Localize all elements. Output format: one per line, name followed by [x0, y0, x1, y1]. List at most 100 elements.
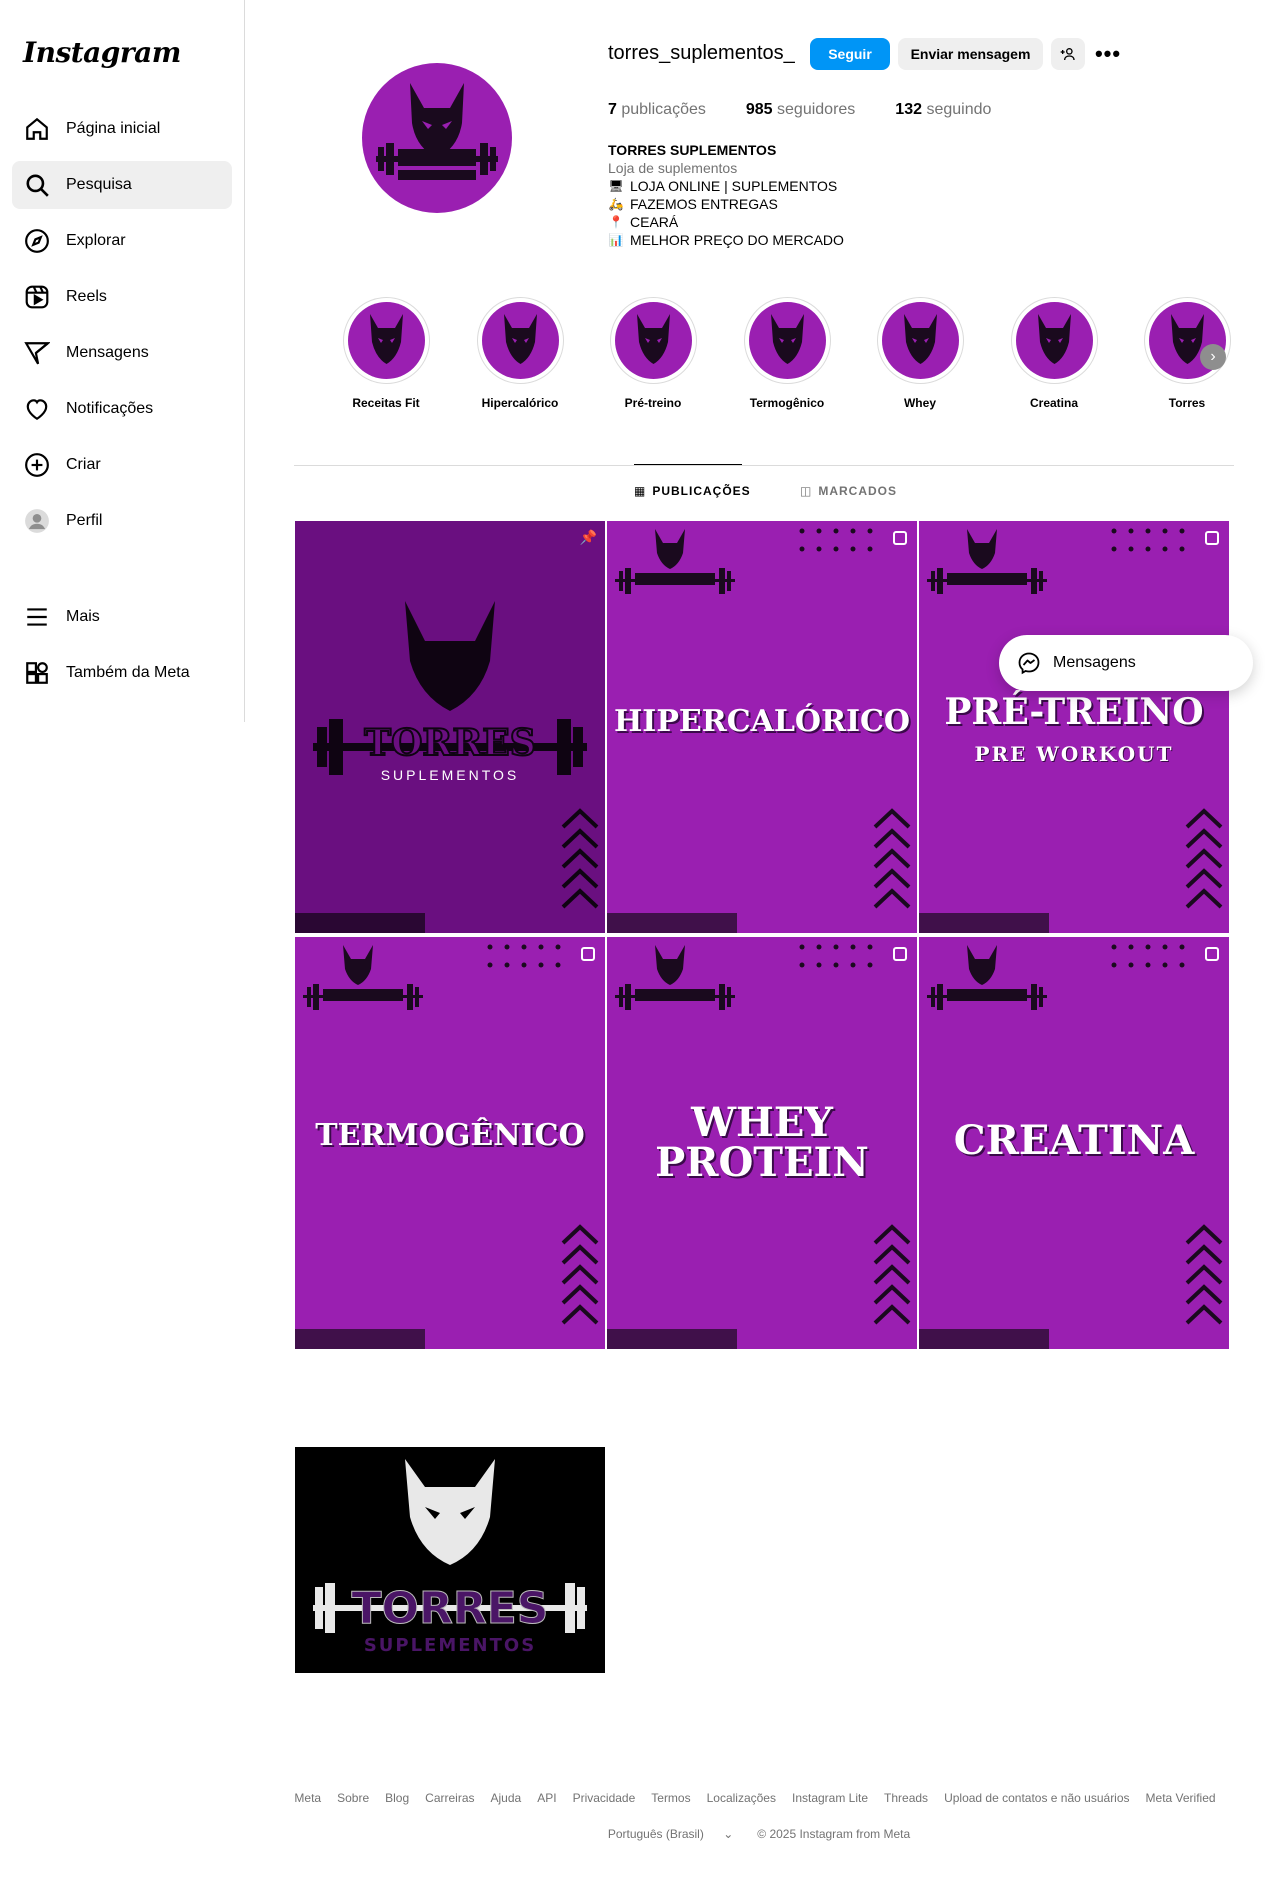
tagged-icon: ◫	[800, 484, 813, 498]
highlight-item[interactable]: Creatina	[1004, 297, 1104, 410]
language-select[interactable]: Português (Brasil) ⌄	[600, 1827, 741, 1841]
post-tile[interactable]: CREATINA	[919, 937, 1229, 1349]
highlight-ring	[476, 297, 564, 384]
send-message-button[interactable]: Enviar mensagem	[898, 38, 1043, 70]
chart-icon: 📊	[608, 233, 624, 247]
post-brand: TORRES	[351, 1583, 549, 1635]
sidebar-item-notifications[interactable]: Notificações	[12, 385, 232, 433]
sidebar-item-search[interactable]: Pesquisa	[12, 161, 232, 209]
footer-link[interactable]: Termos	[651, 1791, 690, 1805]
post-title-line2: PROTEIN	[655, 1139, 869, 1186]
footer-link[interactable]: Sobre	[337, 1791, 369, 1805]
tabs-divider	[294, 465, 1234, 466]
footer-bottom: Português (Brasil) ⌄ © 2025 Instagram fr…	[0, 1827, 1265, 1841]
footer-link[interactable]: Threads	[884, 1791, 928, 1805]
highlight-ring	[743, 297, 831, 384]
wolf-logo-icon	[903, 314, 937, 364]
post-brand-sub: SUPLEMENTOS	[380, 767, 520, 783]
instagram-logo[interactable]: Instagram	[23, 36, 181, 69]
post-tile[interactable]: PRÉ-TREINO PRE WORKOUT	[919, 521, 1229, 933]
followers-count: 985	[745, 101, 773, 118]
bio-line-text: LOJA ONLINE | SUPLEMENTOS	[630, 178, 838, 194]
following-stat[interactable]: 132 seguindo	[895, 101, 991, 119]
footer-link[interactable]: Carreiras	[425, 1791, 474, 1805]
tab-label: PUBLICAÇÕES	[652, 484, 751, 498]
highlight-ring	[1143, 297, 1231, 384]
followers-stat[interactable]: 985 seguidores	[746, 101, 855, 119]
post-title: TERMOGÊNICO	[315, 1118, 585, 1153]
highlight-cover	[614, 302, 692, 379]
highlight-label: Creatina	[1029, 396, 1079, 410]
bio-line-text: FAZEMOS ENTREGAS	[630, 196, 778, 212]
post-tile[interactable]: 📌 TORRES SUPLEMENTOS	[295, 521, 605, 933]
meta-apps-icon	[26, 662, 48, 684]
bio-name: TORRES SUPLEMENTOS	[608, 142, 777, 158]
sidebar-item-create[interactable]: Criar	[12, 441, 232, 489]
sidebar-item-profile[interactable]: Perfil	[12, 497, 232, 545]
post-brand-sub: SUPLEMENTOS	[363, 1635, 537, 1656]
highlight-item[interactable]: Receitas Fit	[336, 297, 436, 410]
post-tile[interactable]: WHEY PROTEIN	[607, 937, 917, 1349]
profile-bio: TORRES SUPLEMENTOS Loja de suplementos 🖥…	[608, 141, 844, 249]
posts-count: 7	[608, 101, 617, 118]
tab-tagged[interactable]: ◫ MARCADOS	[800, 484, 897, 498]
messages-pill[interactable]: Mensagens	[999, 635, 1253, 691]
bio-category: Loja de suplementos	[608, 160, 738, 176]
post-title: CREATINA	[953, 1117, 1195, 1164]
sidebar-item-messages[interactable]: Mensagens	[12, 329, 232, 377]
grid-icon: ▦	[634, 484, 647, 498]
follow-button[interactable]: Seguir	[810, 38, 890, 70]
followers-label: seguidores	[777, 101, 856, 118]
sidebar-item-explore[interactable]: Explorar	[12, 217, 232, 265]
footer-link[interactable]: Blog	[385, 1791, 409, 1805]
sidebar-item-more[interactable]: Mais	[12, 593, 232, 641]
footer-link[interactable]: API	[537, 1791, 556, 1805]
heart-icon	[26, 399, 48, 421]
highlight-item[interactable]: Hipercalórico	[470, 297, 570, 410]
carousel-icon	[1205, 947, 1219, 961]
more-options-icon[interactable]: •••	[1093, 38, 1123, 70]
bio-line-text: CEARÁ	[630, 214, 679, 230]
post-tile[interactable]: TERMOGÊNICO	[295, 937, 605, 1349]
bio-line-text: MELHOR PREÇO DO MERCADO	[630, 232, 844, 248]
carousel-icon	[893, 947, 907, 961]
footer-link[interactable]: Upload de contatos e não usuários	[944, 1791, 1129, 1805]
sidebar-item-label: Perfil	[66, 512, 103, 529]
highlight-item[interactable]: Termogênico	[737, 297, 837, 410]
sidebar-item-home[interactable]: Página inicial	[12, 105, 232, 153]
chevron-right-icon[interactable]: ›	[1200, 344, 1226, 370]
footer-link[interactable]: Instagram Lite	[792, 1791, 868, 1805]
footer-link[interactable]: Localizações	[707, 1791, 776, 1805]
post-tile[interactable]: HIPERCALÓRICO	[607, 521, 917, 933]
suggested-accounts-button[interactable]	[1051, 38, 1085, 70]
reels-icon	[25, 285, 49, 309]
sidebar-item-meta[interactable]: Também da Meta	[12, 649, 232, 697]
footer-link[interactable]: Privacidade	[573, 1791, 636, 1805]
send-icon	[24, 342, 50, 365]
tab-posts[interactable]: ▦ PUBLICAÇÕES	[634, 484, 751, 498]
bio-line: 📍 CEARÁ	[608, 213, 844, 231]
bio-line: 🛵 FAZEMOS ENTREGAS	[608, 195, 844, 213]
sidebar-item-label: Criar	[66, 456, 101, 473]
dark-logo-image: TORRES SUPLEMENTOS	[295, 1447, 605, 1673]
highlight-ring	[609, 297, 697, 384]
post-tile[interactable]: TORRES SUPLEMENTOS	[295, 1353, 605, 1765]
highlight-item[interactable]: Pré-treino	[603, 297, 703, 410]
wolf-logo-icon	[503, 314, 537, 364]
sidebar-item-label: Explorar	[66, 232, 126, 249]
profile-avatar	[25, 509, 49, 533]
following-count: 132	[895, 101, 922, 118]
add-person-icon	[1060, 48, 1075, 61]
sidebar-item-reels[interactable]: Reels	[12, 273, 232, 321]
footer-link[interactable]: Ajuda	[491, 1791, 522, 1805]
footer-link[interactable]: Meta Verified	[1146, 1791, 1216, 1805]
home-icon	[26, 117, 48, 140]
highlight-cover	[748, 302, 826, 379]
sidebar-item-label: Pesquisa	[66, 176, 132, 193]
tab-label: MARCADOS	[818, 484, 898, 498]
highlight-item[interactable]: Whey	[870, 297, 970, 410]
highlight-ring	[876, 297, 964, 384]
highlight-ring	[342, 297, 430, 384]
footer-link[interactable]: Meta	[294, 1791, 321, 1805]
profile-avatar-large[interactable]	[362, 63, 512, 213]
